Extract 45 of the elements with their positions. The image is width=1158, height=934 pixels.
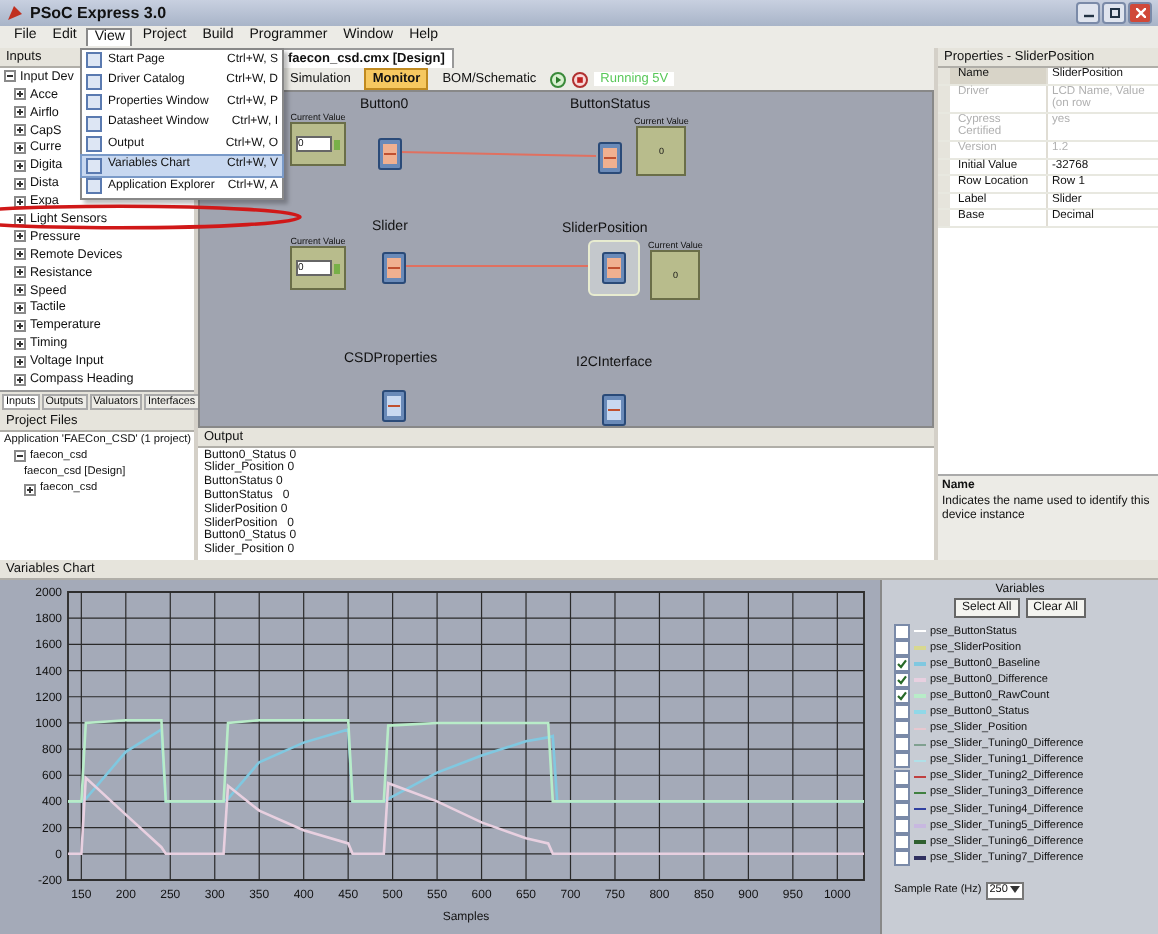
device-icon bbox=[598, 142, 622, 174]
expand-icon[interactable] bbox=[14, 337, 26, 350]
close-button[interactable] bbox=[1128, 2, 1152, 24]
maximize-button[interactable] bbox=[1102, 2, 1126, 24]
stop-icon[interactable] bbox=[572, 71, 589, 87]
expand-icon[interactable] bbox=[14, 355, 26, 368]
device-icon bbox=[602, 252, 626, 284]
expand-icon[interactable] bbox=[14, 284, 26, 297]
checkbox[interactable] bbox=[894, 704, 910, 721]
expand-icon[interactable] bbox=[14, 319, 26, 332]
device-icon bbox=[382, 390, 406, 422]
expand-icon[interactable] bbox=[14, 302, 26, 315]
expand-icon[interactable] bbox=[14, 124, 26, 137]
device-icon bbox=[378, 138, 402, 170]
close-icon bbox=[1135, 8, 1145, 18]
checkbox[interactable] bbox=[894, 623, 910, 640]
expand-icon[interactable] bbox=[14, 373, 26, 386]
checkbox[interactable] bbox=[894, 850, 910, 866]
maximize-icon bbox=[1109, 8, 1119, 18]
device-node[interactable] bbox=[588, 240, 640, 296]
expand-icon[interactable] bbox=[14, 230, 26, 243]
play-icon[interactable] bbox=[550, 71, 567, 87]
expand-icon[interactable] bbox=[14, 195, 26, 208]
expand-icon[interactable] bbox=[14, 248, 26, 261]
checkbox[interactable] bbox=[894, 752, 910, 769]
device-icon bbox=[602, 394, 626, 426]
expand-icon[interactable] bbox=[14, 266, 26, 279]
expand-icon[interactable] bbox=[14, 213, 26, 226]
checkbox[interactable] bbox=[894, 688, 910, 705]
checkbox[interactable] bbox=[894, 769, 910, 786]
app-icon bbox=[6, 4, 24, 22]
expand-icon[interactable] bbox=[14, 177, 26, 190]
expand-icon[interactable] bbox=[24, 483, 36, 496]
checkbox[interactable] bbox=[894, 736, 910, 753]
minimize-button[interactable] bbox=[1076, 2, 1100, 24]
collapse-icon[interactable] bbox=[14, 450, 26, 463]
collapse-icon[interactable] bbox=[4, 70, 16, 83]
checkbox[interactable] bbox=[894, 720, 910, 737]
expand-icon[interactable] bbox=[14, 106, 26, 119]
expand-icon[interactable] bbox=[14, 159, 26, 172]
caret-icon bbox=[1009, 886, 1020, 895]
window-title: PSoC Express 3.0 bbox=[30, 3, 167, 23]
device-icon bbox=[382, 252, 406, 284]
expand-icon[interactable] bbox=[14, 142, 26, 154]
expand-icon[interactable] bbox=[14, 88, 26, 101]
